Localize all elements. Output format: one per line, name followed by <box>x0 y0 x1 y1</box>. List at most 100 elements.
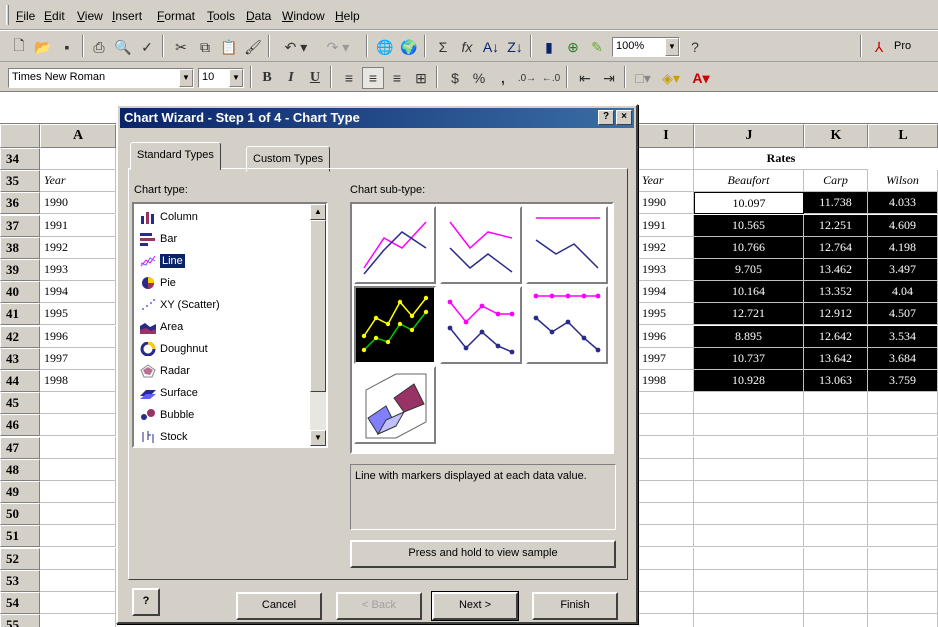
carp-cell[interactable]: 12.912 <box>804 303 868 326</box>
grid-cell[interactable] <box>40 525 116 548</box>
year-cell[interactable]: 1993 <box>638 259 694 281</box>
wilson-cell[interactable]: 4.04 <box>868 281 938 304</box>
format-painter-icon[interactable]: 🖌 <box>242 36 264 58</box>
carp-cell[interactable]: 12.251 <box>804 214 868 237</box>
tab-standard-types[interactable]: Standard Types <box>130 142 221 170</box>
grid-cell[interactable] <box>638 148 694 170</box>
grid-cell[interactable] <box>868 481 938 503</box>
undo-icon[interactable]: ↶ ▾ <box>276 36 316 58</box>
chart-type-item-doughnut[interactable]: Doughnut <box>136 338 310 360</box>
year-cell[interactable]: 1997 <box>40 347 116 370</box>
column-header-i[interactable]: I <box>638 124 694 148</box>
chart-type-item-stock[interactable]: Stock <box>136 426 310 446</box>
menu-help[interactable]: Help <box>335 9 360 23</box>
font-combo[interactable]: Times New Roman ▼ <box>8 68 194 88</box>
subtype-line[interactable] <box>354 206 436 284</box>
grid-cell[interactable] <box>638 414 694 437</box>
row-header[interactable]: 54 <box>0 592 40 614</box>
menu-window[interactable]: Window <box>282 9 325 23</box>
row-header[interactable]: 42 <box>0 325 40 348</box>
italic-button[interactable]: I <box>280 67 302 89</box>
carp-cell[interactable]: 11.738 <box>804 192 868 215</box>
finish-button[interactable]: Finish <box>532 592 618 620</box>
grid-cell[interactable] <box>804 458 868 481</box>
function-icon[interactable]: fx <box>456 36 478 58</box>
grid-cell[interactable] <box>638 503 694 526</box>
year-header[interactable]: Year <box>638 170 694 193</box>
rate-column-header[interactable]: Wilson <box>868 170 938 193</box>
grid-cell[interactable] <box>868 436 938 459</box>
column-header-l[interactable]: L <box>868 124 938 148</box>
align-right-icon[interactable]: ≡ <box>386 67 408 89</box>
spelling-icon[interactable]: ✓ <box>136 36 158 58</box>
row-header[interactable]: 34 <box>0 148 40 170</box>
map-icon[interactable]: ⊕ <box>562 36 584 58</box>
grid-cell[interactable] <box>804 592 868 614</box>
zoom-combo[interactable]: 100% ▼ <box>612 37 680 57</box>
grid-cell[interactable] <box>638 614 694 627</box>
dialog-title-bar[interactable]: Chart Wizard - Step 1 of 4 - Chart Type … <box>120 108 634 128</box>
cancel-button[interactable]: Cancel <box>236 592 322 620</box>
grid-cell[interactable] <box>868 392 938 415</box>
beaufort-cell[interactable]: 9.705 <box>694 259 804 281</box>
grid-cell[interactable] <box>868 503 938 526</box>
grid-cell[interactable] <box>868 414 938 437</box>
scroll-thumb[interactable] <box>310 220 326 392</box>
year-cell[interactable]: 1997 <box>638 347 694 370</box>
row-header[interactable]: 51 <box>0 525 40 548</box>
percent-button[interactable]: % <box>468 67 490 89</box>
year-cell[interactable]: 1992 <box>638 236 694 259</box>
chart-type-scrollbar[interactable]: ▲ ▼ <box>310 204 326 446</box>
grid-cell[interactable] <box>638 481 694 503</box>
decrease-indent-icon[interactable]: ⇤ <box>574 67 596 89</box>
subtype-stacked-line-markers[interactable] <box>440 286 522 364</box>
chart-type-item-xy-scatter[interactable]: XY (Scatter) <box>136 294 310 316</box>
row-header[interactable]: 44 <box>0 370 40 392</box>
grid-cell[interactable] <box>694 481 804 503</box>
grid-cell[interactable] <box>804 569 868 592</box>
year-cell[interactable]: 1994 <box>638 281 694 304</box>
grid-cell[interactable] <box>804 547 868 570</box>
row-header[interactable]: 50 <box>0 503 40 526</box>
increase-indent-icon[interactable]: ⇥ <box>598 67 620 89</box>
grid-cell[interactable] <box>40 569 116 592</box>
fill-color-icon[interactable]: ◈▾ <box>660 67 682 89</box>
grid-cell[interactable] <box>638 569 694 592</box>
comma-button[interactable]: , <box>492 67 514 89</box>
row-header[interactable]: 35 <box>0 170 40 193</box>
row-header[interactable]: 49 <box>0 481 40 503</box>
wilson-cell[interactable]: 3.759 <box>868 370 938 392</box>
drawing-icon[interactable]: ✎ <box>586 36 608 58</box>
carp-cell[interactable]: 12.764 <box>804 236 868 259</box>
acrobat-label[interactable]: Pro <box>894 40 911 52</box>
sort-ascending-icon[interactable]: A↓ <box>480 36 502 58</box>
menu-view[interactable]: View <box>77 9 103 23</box>
wilson-cell[interactable]: 3.497 <box>868 259 938 281</box>
rate-column-header[interactable]: Beaufort <box>694 170 804 193</box>
grid-cell[interactable] <box>694 525 804 548</box>
sort-descending-icon[interactable]: Z↓ <box>504 36 526 58</box>
grid-cell[interactable] <box>40 148 116 170</box>
grid-cell[interactable] <box>804 392 868 415</box>
grid-cell[interactable] <box>40 592 116 614</box>
grid-cell[interactable] <box>868 525 938 548</box>
menu-insert[interactable]: Insert <box>112 9 142 23</box>
chart-type-item-pie[interactable]: Pie <box>136 272 310 294</box>
chart-type-item-surface[interactable]: Surface <box>136 382 310 404</box>
close-title-button[interactable]: × <box>616 110 632 125</box>
carp-cell[interactable]: 12.642 <box>804 325 868 348</box>
row-header[interactable]: 45 <box>0 392 40 415</box>
row-header[interactable]: 38 <box>0 236 40 259</box>
menu-tools[interactable]: Tools <box>207 9 235 23</box>
row-header[interactable]: 52 <box>0 547 40 570</box>
grid-cell[interactable] <box>638 547 694 570</box>
beaufort-cell[interactable]: 10.164 <box>694 281 804 304</box>
beaufort-cell[interactable]: 10.737 <box>694 347 804 370</box>
select-all-corner[interactable] <box>0 124 40 148</box>
align-center-icon[interactable]: ≡ <box>362 67 384 89</box>
grid-cell[interactable] <box>40 503 116 526</box>
view-sample-button[interactable]: Press and hold to view sample <box>350 540 616 568</box>
next-button[interactable]: Next > <box>431 591 519 621</box>
font-size-combo[interactable]: 10 ▼ <box>198 68 244 88</box>
grid-cell[interactable] <box>694 614 804 627</box>
